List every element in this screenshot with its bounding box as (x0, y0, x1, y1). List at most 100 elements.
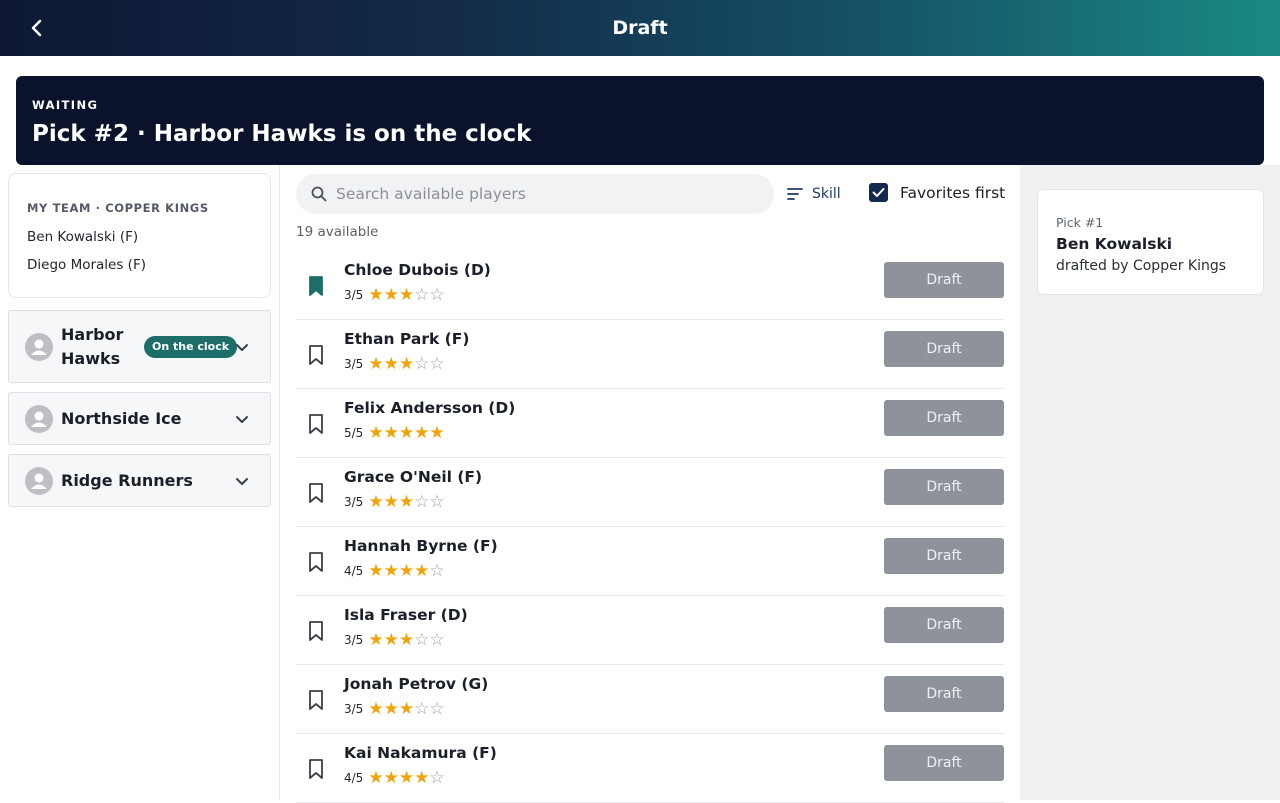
star-filled-icon: ★ (368, 699, 384, 719)
pick-drafted-by: drafted by Copper Kings (1056, 258, 1227, 274)
status-badge: On the clock (144, 336, 238, 358)
star-empty-icon: ☆ (429, 768, 445, 788)
team-card-harbor-hawks[interactable]: Harbor Hawks On the clock (8, 310, 271, 383)
pick-card: Pick #1 Ben Kowalski drafted by Copper K… (1037, 189, 1264, 295)
player-row: Felix Andersson (D) 5/5 ★★★★★ Draft (296, 389, 1004, 458)
draft-button[interactable]: Draft (884, 331, 1004, 367)
team-card-northside-ice[interactable]: Northside Ice (8, 392, 271, 445)
bookmark-icon[interactable] (306, 689, 326, 711)
star-empty-icon: ☆ (429, 285, 445, 305)
player-name: Kai Nakamura (F) (344, 744, 497, 762)
player-name: Chloe Dubois (D) (344, 261, 491, 279)
search-bar (296, 174, 774, 214)
search-input[interactable] (336, 174, 756, 214)
star-empty-icon: ☆ (414, 354, 430, 374)
player-row: Chloe Dubois (D) 3/5 ★★★☆☆ Draft (296, 251, 1004, 320)
star-empty-icon: ☆ (429, 492, 445, 512)
star-filled-icon: ★ (368, 423, 384, 443)
player-row: Grace O'Neil (F) 3/5 ★★★☆☆ Draft (296, 458, 1004, 527)
favorites-first-checkbox[interactable] (869, 183, 888, 202)
rating-text: 3/5 (344, 287, 364, 302)
skill-rating: 4/5 ★★★★☆ (344, 561, 445, 580)
star-filled-icon: ★ (368, 561, 384, 581)
player-row: Jonah Petrov (G) 3/5 ★★★☆☆ Draft (296, 665, 1004, 734)
player-name: Hannah Byrne (F) (344, 537, 498, 555)
sort-lines-icon (787, 188, 803, 200)
star-filled-icon: ★ (429, 423, 445, 443)
team-name: Harbor Hawks (61, 325, 124, 368)
rating-text: 5/5 (344, 425, 364, 440)
star-filled-icon: ★ (383, 561, 399, 581)
search-icon (311, 186, 327, 202)
my-team-label: MY TEAM · COPPER KINGS (27, 201, 209, 215)
star-empty-icon: ☆ (414, 492, 430, 512)
favorites-first-toggle[interactable]: Favorites first (869, 183, 1005, 202)
player-row: Kai Nakamura (F) 4/5 ★★★★☆ Draft (296, 734, 1004, 803)
star-filled-icon: ★ (383, 699, 399, 719)
picks-panel: Pick #1 Ben Kowalski drafted by Copper K… (1020, 165, 1280, 800)
star-empty-icon: ☆ (414, 630, 430, 650)
skill-rating: 3/5 ★★★☆☆ (344, 354, 445, 373)
player-name: Felix Andersson (D) (344, 399, 516, 417)
available-count: 19 available (296, 224, 379, 240)
rating-stars: ★★★★★ (368, 423, 444, 442)
star-filled-icon: ★ (383, 492, 399, 512)
draft-button[interactable]: Draft (884, 676, 1004, 712)
star-filled-icon: ★ (383, 354, 399, 374)
person-icon (31, 339, 47, 355)
star-empty-icon: ☆ (429, 699, 445, 719)
star-filled-icon: ★ (383, 630, 399, 650)
checkmark-icon (872, 188, 885, 197)
banner-title: Pick #2 · Harbor Hawks is on the clock (32, 121, 532, 147)
player-row: Hannah Byrne (F) 4/5 ★★★★☆ Draft (296, 527, 1004, 596)
draft-button[interactable]: Draft (884, 469, 1004, 505)
bookmark-icon[interactable] (306, 758, 326, 780)
draft-button[interactable]: Draft (884, 400, 1004, 436)
star-filled-icon: ★ (383, 768, 399, 788)
rating-text: 3/5 (344, 632, 364, 647)
rating-text: 4/5 (344, 563, 364, 578)
rating-stars: ★★★☆☆ (368, 630, 444, 649)
skill-rating: 3/5 ★★★☆☆ (344, 285, 445, 304)
sort-label: Skill (812, 186, 841, 202)
page-title: Draft (612, 17, 668, 39)
star-filled-icon: ★ (414, 561, 430, 581)
bookmark-icon[interactable] (306, 620, 326, 642)
team-card-ridge-runners[interactable]: Ridge Runners (8, 454, 271, 507)
bookmark-icon[interactable] (306, 344, 326, 366)
player-name: Jonah Petrov (G) (344, 675, 489, 693)
my-team-card: MY TEAM · COPPER KINGS Ben Kowalski (F) … (8, 173, 271, 298)
favorites-first-label: Favorites first (900, 183, 1006, 202)
star-empty-icon: ☆ (414, 285, 430, 305)
draft-button[interactable]: Draft (884, 607, 1004, 643)
skill-rating: 3/5 ★★★☆☆ (344, 699, 445, 718)
star-filled-icon: ★ (398, 492, 415, 512)
star-filled-icon: ★ (368, 285, 384, 305)
back-button[interactable] (20, 12, 54, 44)
pick-player: Ben Kowalski (1056, 235, 1173, 253)
star-filled-icon: ★ (383, 423, 399, 443)
rating-stars: ★★★☆☆ (368, 699, 444, 718)
player-name: Grace O'Neil (F) (344, 468, 483, 486)
team-name: Ridge Runners (61, 471, 193, 490)
draft-button[interactable]: Draft (884, 262, 1004, 298)
teams-panel: MY TEAM · COPPER KINGS Ben Kowalski (F) … (0, 165, 280, 800)
pick-number: Pick #1 (1056, 215, 1104, 230)
rating-text: 4/5 (344, 770, 364, 785)
draft-button[interactable]: Draft (884, 538, 1004, 574)
bookmark-icon[interactable] (306, 482, 326, 504)
bookmark-icon[interactable] (306, 275, 326, 297)
player-row: Isla Fraser (D) 3/5 ★★★☆☆ Draft (296, 596, 1004, 665)
star-filled-icon: ★ (398, 354, 415, 374)
bookmark-icon[interactable] (306, 551, 326, 573)
bookmark-icon[interactable] (306, 413, 326, 435)
star-empty-icon: ☆ (429, 630, 445, 650)
chevron-left-icon (31, 19, 42, 37)
sort-button[interactable]: Skill (786, 181, 841, 207)
skill-rating: 5/5 ★★★★★ (344, 423, 445, 442)
skill-rating: 3/5 ★★★☆☆ (344, 492, 445, 511)
star-filled-icon: ★ (398, 285, 415, 305)
draft-button[interactable]: Draft (884, 745, 1004, 781)
chevron-down-icon (236, 478, 248, 485)
skill-rating: 3/5 ★★★☆☆ (344, 630, 445, 649)
